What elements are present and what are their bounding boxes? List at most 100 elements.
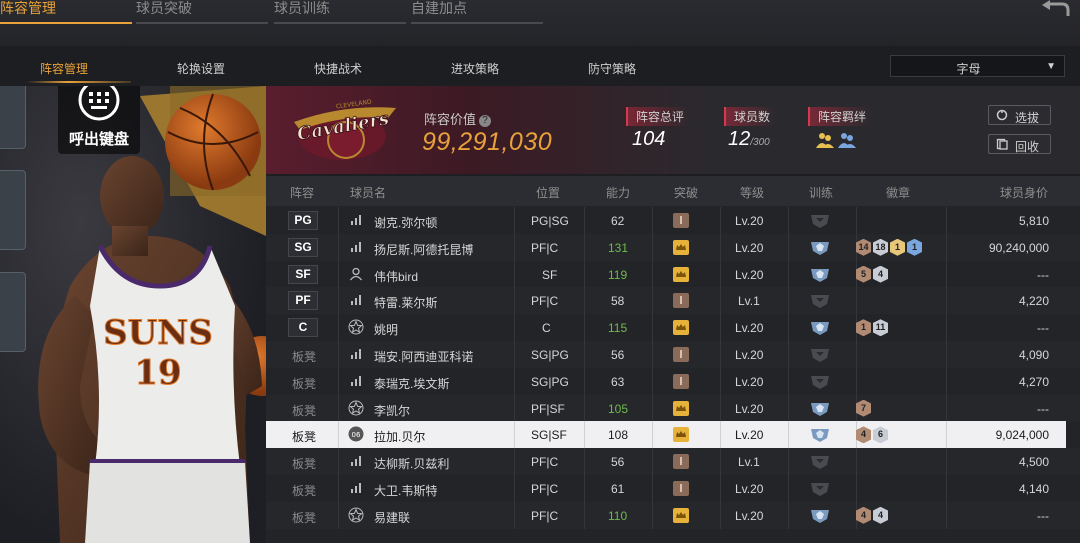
pick-button[interactable]: 选拔 [988,105,1051,125]
help-icon[interactable]: ? [479,115,492,127]
table-row[interactable]: 板凳 达柳斯.贝兹利 PF|C 56 Lv.1 4,500 [266,448,1080,476]
training-blue-icon [811,241,829,255]
keyboard-button[interactable]: 呼出键盘 [58,86,140,154]
bond-icon[interactable] [814,130,858,150]
slot-label: 板凳 [292,484,317,498]
column-divider [856,341,857,368]
player-position: C [542,321,551,336]
back-icon[interactable] [1038,0,1072,18]
sort-dropdown[interactable]: 字母 ▼ [890,55,1065,77]
player-price: --- [1037,267,1049,282]
badge-count: 5 [856,265,871,283]
column-divider [338,475,339,502]
player-name: 伟伟bird [374,269,419,284]
table-row[interactable]: SG 扬尼斯.阿德托昆博 PF|C 131 Lv.20 14 18 1 1 90,240,000 [266,233,1080,261]
header-level[interactable]: 等级 [740,184,764,201]
breakthrough-gold-icon [673,400,689,416]
training-gray-icon [811,375,829,389]
table-row[interactable]: SF 伟伟bird SF 119 Lv.20 5 4 --- [266,260,1080,288]
column-divider [788,260,789,288]
player-level: Lv.20 [735,321,764,336]
column-divider [514,260,515,288]
keyboard-icon [78,86,120,121]
tab-rotation-settings[interactable]: 轮换设置 [141,60,261,77]
slot-badge: SF [288,264,318,284]
header-price[interactable]: 球员身价 [1000,184,1048,201]
column-divider [946,233,947,261]
column-divider [946,287,947,315]
top-tab-label: 球员训练 [274,0,330,16]
badge-count: 18 [873,238,888,256]
column-divider [788,475,789,502]
side-button-top[interactable] [0,86,26,149]
tab-offense-strategy[interactable]: 进攻策略 [415,60,535,77]
recycle-button[interactable]: 回收 [988,134,1051,154]
tab-quick-tactics[interactable]: 快捷战术 [278,60,398,77]
side-button-middle[interactable] [0,170,26,250]
header-breakthrough[interactable]: 突破 [674,184,698,201]
pick-button-label: 选拔 [1015,111,1040,125]
column-divider [946,394,947,422]
column-divider [652,314,653,342]
column-divider [946,207,947,234]
lineup-value-text: 阵容价值 [424,112,477,127]
column-divider [788,367,789,395]
column-divider [584,207,585,234]
header-position[interactable]: 位置 [536,184,560,201]
star-icon [348,319,364,335]
top-tab-training[interactable]: 球员训练 [274,0,406,24]
player-position: PF|C [531,240,559,255]
header-ability[interactable]: 能力 [606,184,630,201]
breakthrough-bronze-icon [673,293,689,309]
player-level: Lv.20 [735,348,764,362]
training-gray-icon [811,349,829,362]
badge-count: 4 [856,426,871,444]
column-divider [584,475,585,502]
column-divider [720,394,721,422]
svg-text:06: 06 [352,431,361,439]
side-button-bottom[interactable] [0,272,26,352]
player-count: 12/300 [728,128,770,151]
signal-bars-icon [351,375,361,386]
header-badges[interactable]: 徽章 [886,184,910,201]
column-divider [514,341,515,368]
player-ability: 115 [608,321,628,336]
header-slot[interactable]: 阵容 [290,184,314,201]
player-count-value: 12 [728,128,751,150]
top-tab-lineup[interactable]: 阵容管理 [0,0,132,24]
team-summary-header: Cavaliers CLEVELAND 阵容价值? 99,291,030 阵容总… [266,86,1080,174]
table-row[interactable]: 板凳 泰瑞克.埃文斯 SG|PG 63 Lv.20 4,270 [266,367,1080,395]
column-divider [514,501,515,529]
column-divider [652,367,653,395]
column-divider [652,475,653,502]
top-tab-custom-points[interactable]: 自建加点 [411,0,543,24]
column-divider [514,314,515,342]
top-tab-label: 球员突破 [136,0,192,16]
table-row[interactable]: PG 谢克.弥尔顿 PG|SG 62 Lv.20 5,810 [266,207,1080,234]
tab-defense-strategy[interactable]: 防守策略 [552,60,672,77]
table-row[interactable]: 板凳 瑞安.阿西迪亚科诺 SG|PG 56 Lv.20 4,090 [266,341,1080,368]
top-tab-breakthrough[interactable]: 球员突破 [136,0,268,24]
table-row[interactable]: C 姚明 C 115 Lv.20 1 11 --- [266,314,1080,342]
header-training[interactable]: 训练 [809,184,833,201]
table-row[interactable]: 板凳 李凯尔 PF|SF 105 Lv.20 7 --- [266,394,1080,422]
column-divider [584,287,585,315]
table-row[interactable]: PF 特雷.莱尔斯 PF|C 58 Lv.1 4,220 [266,287,1080,315]
tab-lineup-management[interactable]: 阵容管理 [4,60,124,77]
player-level: Lv.20 [735,508,764,523]
player-position: PF|C [531,294,559,309]
column-divider [720,314,721,342]
player-price: 4,500 [1018,455,1049,470]
sort-dropdown-value: 字母 [956,62,981,76]
header-name[interactable]: 球员名 [350,184,386,201]
table-row[interactable]: 板凳 易建联 PF|C 110 Lv.20 4 4 --- [266,501,1080,529]
player-position: PF|C [531,508,559,523]
top-tab-label: 自建加点 [411,0,467,16]
table-row[interactable]: 板凳 06 拉加.贝尔 SG|SF 108 Lv.20 4 6 9,024,000 [266,421,1066,449]
signal-bars-icon [351,241,361,252]
column-divider [584,501,585,529]
player-price: 4,140 [1018,482,1049,496]
player-name: 达柳斯.贝兹利 [374,457,450,472]
table-row[interactable]: 板凳 大卫.韦斯特 PF|C 61 Lv.20 4,140 [266,475,1080,502]
column-divider [788,207,789,234]
